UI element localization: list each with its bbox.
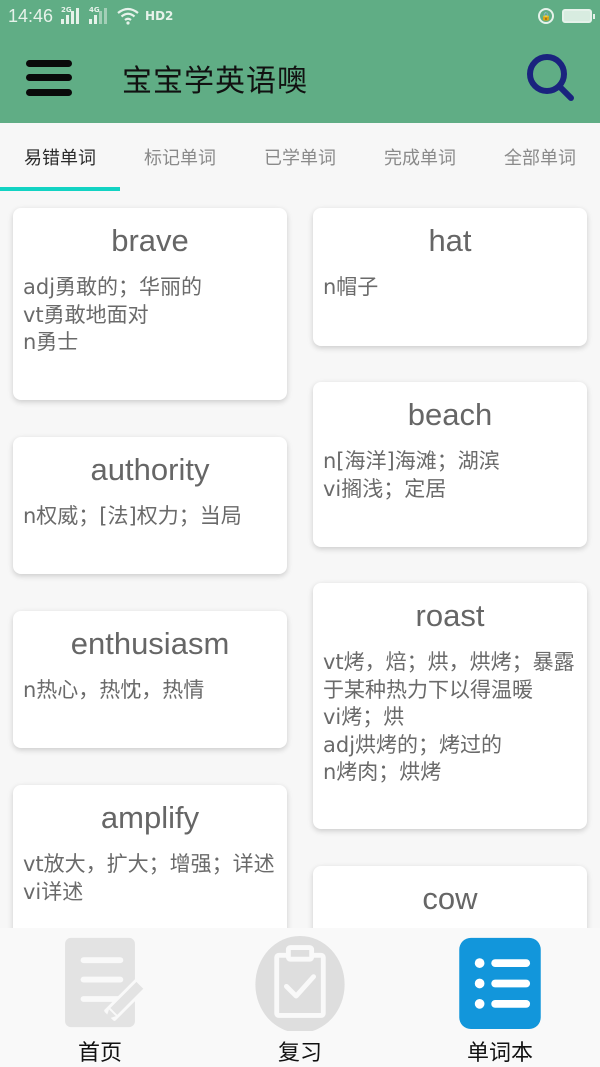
bottom-navigation: 首页 复习 单词本 [0,928,600,1067]
tab-all-words[interactable]: 全部单词 [480,123,600,191]
word-card[interactable]: authority n权威；[法]权力；当局 [13,437,287,574]
word-text: amplify [100,800,200,835]
nav-home[interactable]: 首页 [0,928,200,1067]
word-card[interactable]: enthusiasm n热心，热忱，热情 [13,611,287,748]
word-card[interactable]: amplify vt放大，扩大；增强；详述 vi详述 [13,785,287,928]
tab-error-prone-words[interactable]: 易错单词 [0,123,120,191]
search-icon[interactable] [524,51,578,105]
word-definitions: n帽子 [323,275,379,299]
word-definitions: n权威；[法]权力；当局 [23,504,242,528]
word-text: beach [407,397,493,432]
word-text: brave [111,223,189,258]
menu-button[interactable] [26,56,72,100]
word-text: authority [90,452,210,487]
word-card[interactable]: brave adj勇敢的；华丽的 vt勇敢地面对 n勇士 [13,208,287,400]
nav-wordbook[interactable]: 单词本 [400,928,600,1067]
battery-icon [562,9,595,23]
word-card-grid: brave adj勇敢的；华丽的 vt勇敢地面对 n勇士 hat n帽子 aut… [0,191,600,928]
word-card[interactable]: roast vt烤，焙；烘，烘烤；暴露于某种热力下以得温暖 vi烤；烘 adj烘… [313,583,587,829]
word-category-tabs: 易错单词 标记单词 已学单词 完成单词 全部单词 [0,123,600,191]
wifi-icon [117,7,139,25]
word-definitions: n热心，热忱，热情 [23,678,205,702]
nav-review[interactable]: 复习 [200,928,400,1067]
hd-voice-icon: HD2 [145,9,174,23]
app-title: 宝宝学英语噢 [122,63,308,99]
signal-2g-icon: 2G [61,6,83,24]
word-definitions: vt烤，焙；烘，烘烤；暴露于某种热力下以得温暖 vi烤；烘 adj烘烤的；烤过的… [323,650,575,784]
word-text: enthusiasm [70,626,230,661]
word-card[interactable]: beach n[海洋]海滩；湖滨 vi搁浅；定居 [313,382,587,547]
tab-marked-words[interactable]: 标记单词 [120,123,240,191]
rotation-lock-icon: 🔒 [538,8,554,24]
status-bar: 14:46 2G 4G HD2 🔒 [0,0,600,32]
word-text: cow [422,881,478,916]
list-icon [459,937,541,1030]
word-definitions: n[海洋]海滩；湖滨 vi搁浅；定居 [323,449,500,501]
word-card[interactable]: hat n帽子 [313,208,587,346]
document-edit-icon [65,937,147,1028]
hamburger-menu-icon [26,59,72,67]
word-text: roast [415,598,485,633]
clipboard-check-icon [255,935,345,1031]
nav-label: 复习 [277,1041,322,1066]
word-definitions: adj勇敢的；华丽的 vt勇敢地面对 n勇士 [23,275,203,354]
status-time: 14:46 [8,5,54,26]
nav-label: 首页 [77,1041,122,1066]
nav-label: 单词本 [466,1041,533,1066]
tab-learned-words[interactable]: 已学单词 [240,123,360,191]
app-bar: 宝宝学英语噢 [0,32,600,123]
word-definitions: vt放大，扩大；增强；详述 vi详述 [23,852,275,904]
signal-4g-icon: 4G [89,6,111,24]
tab-completed-words[interactable]: 完成单词 [360,123,480,191]
word-card[interactable]: cow [313,866,587,928]
word-text: hat [428,223,472,258]
